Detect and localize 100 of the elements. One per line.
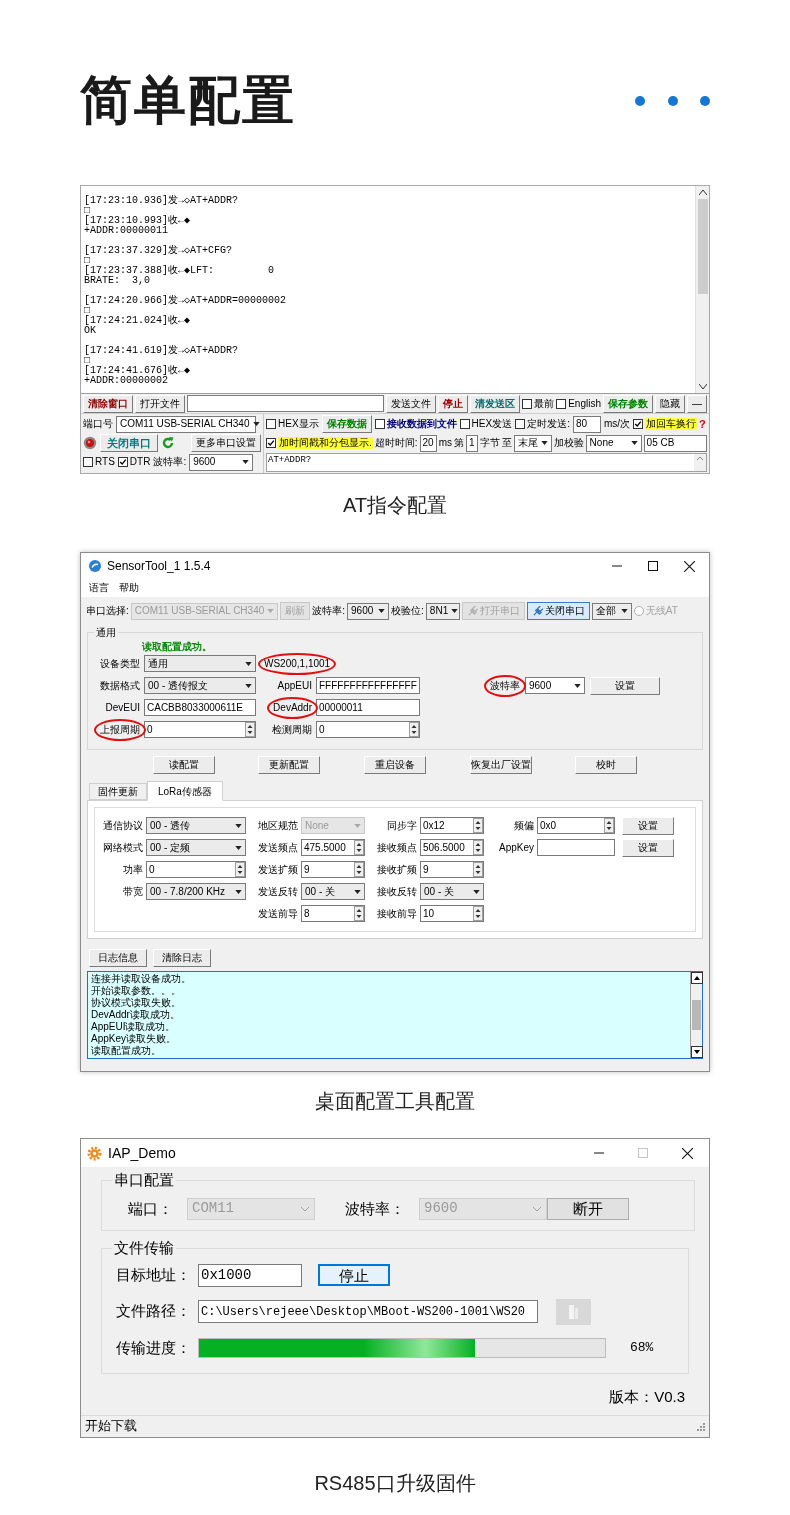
number-field[interactable]: 0x12 (420, 817, 484, 834)
action-button[interactable]: 清除日志 (153, 949, 211, 967)
scroll-down-icon[interactable] (691, 1046, 703, 1058)
dropdown[interactable]: 末尾 (513, 434, 552, 452)
number-field[interactable]: 9 (301, 861, 365, 878)
help-mark[interactable]: ? (699, 418, 706, 430)
action-button[interactable]: 清发送区 (470, 394, 521, 413)
tab[interactable]: 固件更新 (89, 783, 147, 800)
log-line: BRATE: 3,0 (84, 276, 150, 286)
spinner-arrows-icon[interactable] (409, 722, 419, 737)
number-field[interactable]: 0 (144, 721, 256, 738)
action-button[interactable]: 读配置 (152, 756, 215, 774)
spinner-arrows-icon[interactable] (473, 906, 483, 921)
dropdown[interactable]: 00 - 7.8/200 KHz (146, 883, 246, 900)
resize-grip-icon[interactable] (696, 1421, 705, 1431)
checkbox[interactable] (374, 419, 385, 429)
send-area[interactable]: AT+ADDR? (266, 453, 707, 472)
action-button[interactable]: 打开文件 (135, 394, 185, 413)
number-field[interactable]: 475.5000 (301, 839, 365, 856)
dropdown[interactable]: 00 - 关 (420, 883, 484, 900)
text-field[interactable]: 05 CB (643, 434, 707, 452)
text-field[interactable]: 1 (466, 434, 478, 452)
dropdown[interactable]: 9600 (525, 677, 585, 694)
checkbox[interactable] (266, 419, 276, 429)
close-icon[interactable] (684, 560, 695, 572)
action-button[interactable]: 重启设备 (364, 756, 426, 774)
action-button[interactable]: 停止 (438, 394, 469, 413)
text-field[interactable] (537, 839, 615, 856)
action-button[interactable]: 校时 (575, 756, 638, 774)
dropdown[interactable]: 8N1 (425, 602, 460, 620)
checkbox-label: 最前 (534, 397, 555, 410)
checkbox-label: RTS (95, 456, 115, 468)
action-button[interactable]: 恢复出厂设置 (469, 756, 532, 774)
action-button[interactable]: 清除窗口 (83, 394, 133, 413)
action-button[interactable]: 关闭串口 (526, 602, 590, 620)
text-field[interactable]: FFFFFFFFFFFFFFFF (316, 677, 420, 694)
spinner-arrows-icon[interactable] (354, 862, 364, 877)
number-field[interactable]: 9 (420, 861, 484, 878)
scrollbar[interactable] (690, 972, 702, 1058)
spinner-arrows-icon[interactable] (354, 840, 364, 855)
spinner-arrows-icon[interactable] (235, 862, 245, 877)
dropdown[interactable]: 通用 (144, 655, 256, 672)
checkbox[interactable] (459, 419, 470, 429)
refresh-icon[interactable] (161, 436, 175, 450)
dropdown[interactable]: 00 - 透传 (146, 817, 246, 834)
text-field[interactable]: 00000011 (316, 699, 420, 716)
scroll-up-icon[interactable] (698, 190, 707, 195)
checkbox[interactable] (633, 419, 643, 429)
action-button[interactable]: 日志信息 (89, 949, 147, 967)
action-button[interactable]: 发送文件 (386, 394, 437, 413)
action-button[interactable]: 更新配置 (258, 756, 321, 774)
dropdown[interactable]: 00 - 关 (301, 883, 365, 900)
text-field[interactable]: 0x1000 (198, 1263, 302, 1287)
dropdown[interactable]: 00 - 定频 (146, 839, 246, 856)
menu-item[interactable]: 帮助 (119, 582, 139, 594)
action-button[interactable]: — (687, 394, 707, 413)
action-button[interactable]: 断开 (547, 1197, 629, 1220)
spinner-arrows-icon[interactable] (604, 818, 614, 833)
text-field[interactable]: 20 (419, 434, 437, 452)
action-button[interactable]: 隐藏 (655, 394, 685, 413)
menu-item[interactable]: 语言 (89, 582, 109, 594)
dropdown[interactable]: 全部 (591, 602, 632, 620)
spinner-arrows-icon[interactable] (473, 862, 483, 877)
checkbox[interactable] (522, 398, 533, 409)
scroll-down-icon[interactable] (698, 384, 707, 389)
action-button[interactable]: 保存数据 (321, 415, 372, 433)
number-field[interactable]: 10 (420, 905, 484, 922)
number-field[interactable]: 8 (301, 905, 365, 922)
maximize-icon[interactable] (648, 561, 658, 571)
checkbox[interactable] (266, 438, 276, 448)
spinner-arrows-icon[interactable] (473, 818, 483, 833)
text-field[interactable] (187, 395, 385, 412)
dropdown[interactable]: 9600 (189, 453, 254, 471)
dropdown[interactable]: 00 - 透传报文 (144, 677, 256, 694)
number-field[interactable]: 0 (316, 721, 420, 738)
action-button[interactable]: 设置 (590, 676, 660, 695)
checkbox[interactable] (515, 419, 526, 429)
number-field[interactable]: 0 (146, 861, 246, 878)
tab[interactable]: LoRa传感器 (147, 781, 223, 801)
action-button[interactable]: 保存参数 (603, 394, 653, 413)
text-field[interactable]: 80 (572, 415, 601, 433)
action-button[interactable]: 设置 (622, 816, 674, 835)
action-button[interactable]: 更多串口设置 (191, 434, 261, 452)
dropdown[interactable]: None (585, 434, 642, 452)
text-field[interactable]: CACBB8033000611E (144, 699, 256, 716)
number-field[interactable]: 506.5000 (420, 839, 484, 856)
checkbox[interactable] (556, 398, 567, 409)
action-button[interactable]: 关闭串口 (100, 434, 158, 452)
action-button[interactable]: 设置 (622, 838, 674, 857)
close-icon[interactable] (682, 1147, 693, 1159)
spinner-arrows-icon[interactable] (245, 722, 255, 737)
checkbox[interactable] (83, 457, 93, 467)
number-field[interactable]: 0x0 (537, 817, 615, 834)
checkbox[interactable] (117, 457, 128, 467)
text-field[interactable]: C:\Users\rejeee\Desktop\MBoot-WS200-1001\WS20 (198, 1300, 538, 1323)
scroll-up-icon[interactable] (691, 972, 703, 984)
spinner-arrows-icon[interactable] (473, 840, 483, 855)
spinner-arrows-icon[interactable] (354, 906, 364, 921)
dropdown[interactable]: 9600 (347, 602, 390, 620)
action-button[interactable]: 停止 (318, 1264, 390, 1286)
